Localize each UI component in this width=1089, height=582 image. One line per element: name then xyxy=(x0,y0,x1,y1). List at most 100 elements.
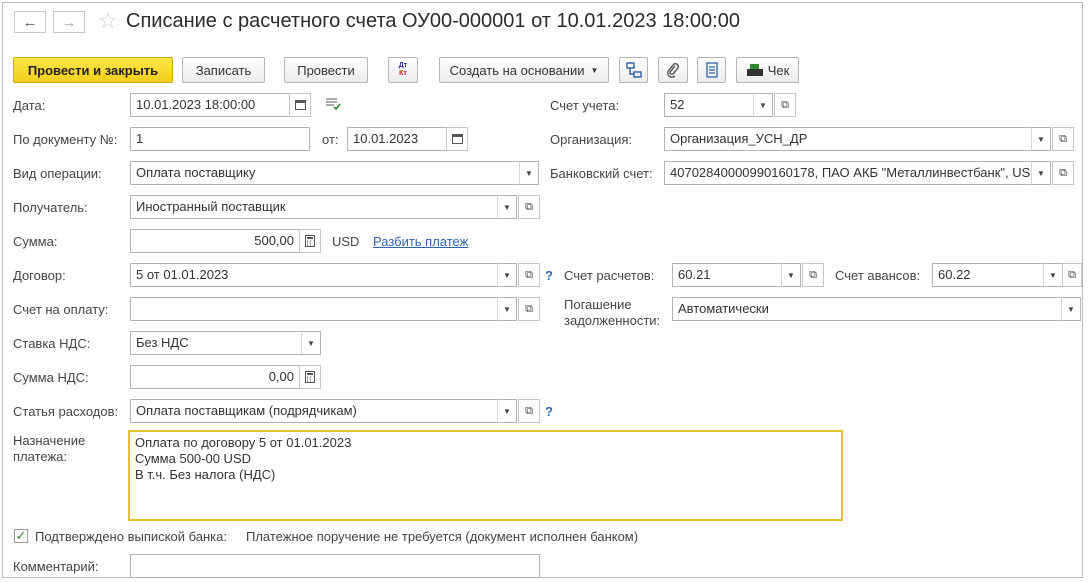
account-open-button[interactable]: ⧉ xyxy=(774,93,796,117)
date-field[interactable]: 10.01.2023 18:00:00 xyxy=(130,93,290,117)
chevron-down-icon: ▼ xyxy=(503,270,511,280)
purpose-line: В т.ч. Без налога (НДС) xyxy=(135,467,276,482)
from-date-field[interactable]: 10.01.2023 xyxy=(347,127,447,151)
repay-label-line-2: задолженности: xyxy=(564,313,661,328)
recipient-open-button[interactable]: ⧉ xyxy=(518,195,540,219)
cash-register-icon xyxy=(746,64,763,76)
settle-account-dropdown-button[interactable]: ▼ xyxy=(781,263,801,287)
attach-button[interactable] xyxy=(658,57,688,83)
open-window-icon: ⧉ xyxy=(781,98,789,111)
vat-rate-dropdown-button[interactable]: ▼ xyxy=(301,331,321,355)
arrow-right-icon: → xyxy=(61,13,77,31)
open-window-icon: ⧉ xyxy=(525,268,533,281)
date-label: Дата: xyxy=(13,98,46,113)
calculator-icon xyxy=(305,371,315,383)
receipt-button[interactable]: Чек xyxy=(736,57,799,83)
confirmed-label: Подтверждено выпиской банка: xyxy=(35,529,227,544)
contract-help-icon[interactable]: ? xyxy=(545,268,553,283)
chevron-down-icon: ▼ xyxy=(759,100,767,110)
vat-sum-label: Сумма НДС: xyxy=(13,370,89,385)
forward-button[interactable]: → xyxy=(53,11,85,33)
repay-select[interactable]: Автоматически xyxy=(672,297,1062,321)
expense-open-button[interactable]: ⧉ xyxy=(518,399,540,423)
bank-account-dropdown-button[interactable]: ▼ xyxy=(1031,161,1051,185)
doc-no-label: По документу №: xyxy=(13,132,118,147)
confirmed-checkbox[interactable]: ✓ xyxy=(14,528,28,543)
invoice-label: Счет на оплату: xyxy=(13,302,109,317)
back-button[interactable]: ← xyxy=(14,11,46,33)
org-dropdown-button[interactable]: ▼ xyxy=(1031,127,1051,151)
vat-rate-select[interactable]: Без НДС xyxy=(130,331,302,355)
structure-button[interactable] xyxy=(619,57,648,83)
purpose-label-line-2: платежа: xyxy=(13,449,67,464)
confirmed-note: Платежное поручение не требуется (докуме… xyxy=(246,529,639,544)
from-label: от: xyxy=(322,132,339,147)
create-based-on-label: Создать на основании xyxy=(449,62,585,78)
bank-account-open-button[interactable]: ⧉ xyxy=(1052,161,1074,185)
favorite-star-icon[interactable]: ☆ xyxy=(98,8,118,34)
sum-field[interactable]: 500,00 xyxy=(130,229,300,253)
settle-account-open-button[interactable]: ⧉ xyxy=(802,263,824,287)
op-type-label: Вид операции: xyxy=(13,166,102,181)
calculator-icon xyxy=(305,235,315,247)
recipient-field[interactable]: Иностранный поставщик xyxy=(130,195,498,219)
org-label: Организация: xyxy=(550,132,633,147)
expense-field[interactable]: Оплата поставщикам (подрядчикам) xyxy=(130,399,498,423)
advance-account-open-button[interactable]: ⧉ xyxy=(1062,263,1082,287)
chevron-down-icon: ▼ xyxy=(503,406,511,416)
expense-dropdown-button[interactable]: ▼ xyxy=(497,399,517,423)
bank-account-field[interactable]: 40702840000990160178, ПАО АКБ "Металлинв… xyxy=(664,161,1032,185)
report-button[interactable] xyxy=(697,57,726,83)
vat-sum-calculator-button[interactable] xyxy=(299,365,321,389)
org-field[interactable]: Организация_УСН_ДР xyxy=(664,127,1032,151)
comment-field[interactable] xyxy=(130,554,540,578)
post-and-close-button[interactable]: Провести и закрыть xyxy=(13,57,173,83)
vat-rate-label: Ставка НДС: xyxy=(13,336,91,351)
open-window-icon: ⧉ xyxy=(525,404,533,417)
dt-icon-label: Дт xyxy=(398,62,408,69)
settle-account-label: Счет расчетов: xyxy=(564,268,655,283)
chevron-down-icon: ▼ xyxy=(787,270,795,280)
calendar-icon xyxy=(294,100,306,110)
chevron-down-icon: ▼ xyxy=(1049,270,1057,280)
recipient-dropdown-button[interactable]: ▼ xyxy=(497,195,517,219)
paperclip-icon xyxy=(667,63,679,78)
expense-help-icon[interactable]: ? xyxy=(545,404,553,419)
page-title: Списание с расчетного счета ОУ00-000001 … xyxy=(126,10,740,32)
kt-icon-label: Кт xyxy=(399,70,407,77)
chevron-down-icon: ▼ xyxy=(525,168,533,178)
settle-account-field[interactable]: 60.21 xyxy=(672,263,782,287)
numbering-settings-icon[interactable] xyxy=(325,97,341,114)
advance-account-label: Счет авансов: xyxy=(835,268,921,283)
vat-sum-field[interactable]: 0,00 xyxy=(130,365,300,389)
purpose-textarea[interactable]: Оплата по договору 5 от 01.01.2023 Сумма… xyxy=(128,430,843,521)
save-button[interactable]: Записать xyxy=(182,57,265,83)
contract-field[interactable]: 5 от 01.01.2023 xyxy=(130,263,498,287)
from-date-calendar-button[interactable] xyxy=(446,127,468,151)
sum-calculator-button[interactable] xyxy=(299,229,321,253)
org-open-button[interactable]: ⧉ xyxy=(1052,127,1074,151)
open-window-icon: ⧉ xyxy=(809,268,817,281)
op-type-dropdown-button[interactable]: ▼ xyxy=(519,161,539,185)
invoice-field[interactable] xyxy=(130,297,498,321)
post-button[interactable]: Провести xyxy=(284,57,368,83)
account-field[interactable]: 52 xyxy=(664,93,754,117)
chevron-down-icon: ▼ xyxy=(1037,134,1045,144)
advance-account-field[interactable]: 60.22 xyxy=(932,263,1044,287)
split-payment-link[interactable]: Разбить платеж xyxy=(373,234,468,249)
invoice-dropdown-button[interactable]: ▼ xyxy=(497,297,517,321)
chevron-down-icon: ▼ xyxy=(503,202,511,212)
account-dropdown-button[interactable]: ▼ xyxy=(753,93,773,117)
doc-no-field[interactable]: 1 xyxy=(130,127,310,151)
invoice-open-button[interactable]: ⧉ xyxy=(518,297,540,321)
currency-label: USD xyxy=(332,234,360,249)
date-calendar-button[interactable] xyxy=(289,93,311,117)
op-type-select[interactable]: Оплата поставщику xyxy=(130,161,520,185)
dt-kt-button[interactable]: Дт Кт xyxy=(388,57,418,83)
repay-dropdown-button[interactable]: ▼ xyxy=(1061,297,1081,321)
create-based-on-button[interactable]: Создать на основании ▼ xyxy=(439,57,609,83)
contract-open-button[interactable]: ⧉ xyxy=(518,263,540,287)
advance-account-dropdown-button[interactable]: ▼ xyxy=(1043,263,1063,287)
chevron-down-icon: ▼ xyxy=(503,304,511,314)
contract-dropdown-button[interactable]: ▼ xyxy=(497,263,517,287)
